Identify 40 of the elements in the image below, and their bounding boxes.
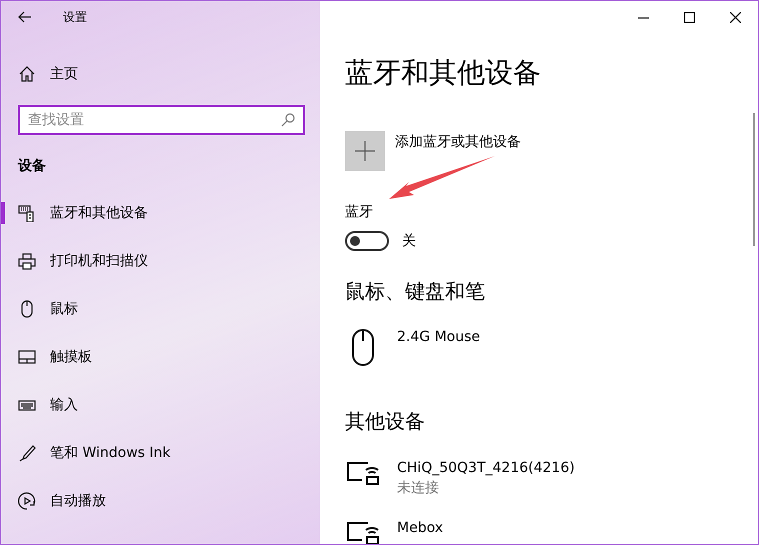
home-link[interactable]: 主页 — [1, 50, 320, 98]
device-name: 2.4G Mouse — [397, 328, 480, 348]
touchpad-icon — [18, 348, 36, 366]
nav-item[interactable]: 笔和 Windows Ink — [1, 429, 320, 477]
window-title: 设置 — [63, 8, 87, 26]
home-icon — [18, 65, 36, 83]
search-field[interactable]: 查找设置 — [18, 105, 305, 135]
autoplay-icon — [18, 492, 36, 510]
maximize-icon — [684, 12, 694, 22]
device-item[interactable]: CHiQ_50Q3T_4216(4216) 未连接 — [345, 458, 575, 512]
nav-item[interactable]: 打印机和扫描仪 — [1, 237, 320, 285]
printer-icon — [18, 252, 36, 270]
close-icon — [730, 12, 740, 22]
device-name: Mebox — [397, 518, 443, 538]
keyboard-phone-icon — [18, 204, 36, 222]
back-arrow-icon — [18, 11, 32, 23]
device-item[interactable]: 2.4G Mouse — [345, 327, 480, 382]
search-icon — [281, 113, 295, 127]
nav-item[interactable]: 触摸板 — [1, 333, 320, 381]
display-wireless-icon — [346, 520, 380, 544]
display-wireless-icon — [346, 460, 380, 486]
mouse-icon — [351, 329, 375, 368]
section-heading: 设备 — [18, 157, 47, 176]
pen-icon — [18, 444, 36, 462]
page-heading: 蓝牙和其他设备 — [345, 55, 542, 91]
device-status: 未连接 — [397, 478, 440, 498]
nav-item[interactable]: 自动播放 — [1, 477, 320, 525]
plus-icon — [355, 140, 375, 161]
toggle-state-text: 关 — [402, 232, 416, 250]
nav-item[interactable]: 鼠标 — [1, 285, 320, 333]
group-heading: 其他设备 — [345, 408, 426, 436]
bluetooth-toggle[interactable] — [345, 230, 389, 251]
bluetooth-label: 蓝牙 — [345, 202, 374, 222]
add-device-button[interactable]: 添加蓝牙或其他设备 — [345, 130, 521, 171]
nav-item[interactable]: 输入 — [1, 381, 320, 429]
device-name: CHiQ_50Q3T_4216(4216) — [397, 458, 575, 478]
scrollbar[interactable] — [753, 113, 755, 246]
nav-item[interactable]: 蓝牙和其他设备 — [1, 189, 320, 237]
device-item[interactable]: Mebox — [345, 518, 443, 544]
group-heading: 鼠标、键盘和笔 — [345, 278, 486, 305]
